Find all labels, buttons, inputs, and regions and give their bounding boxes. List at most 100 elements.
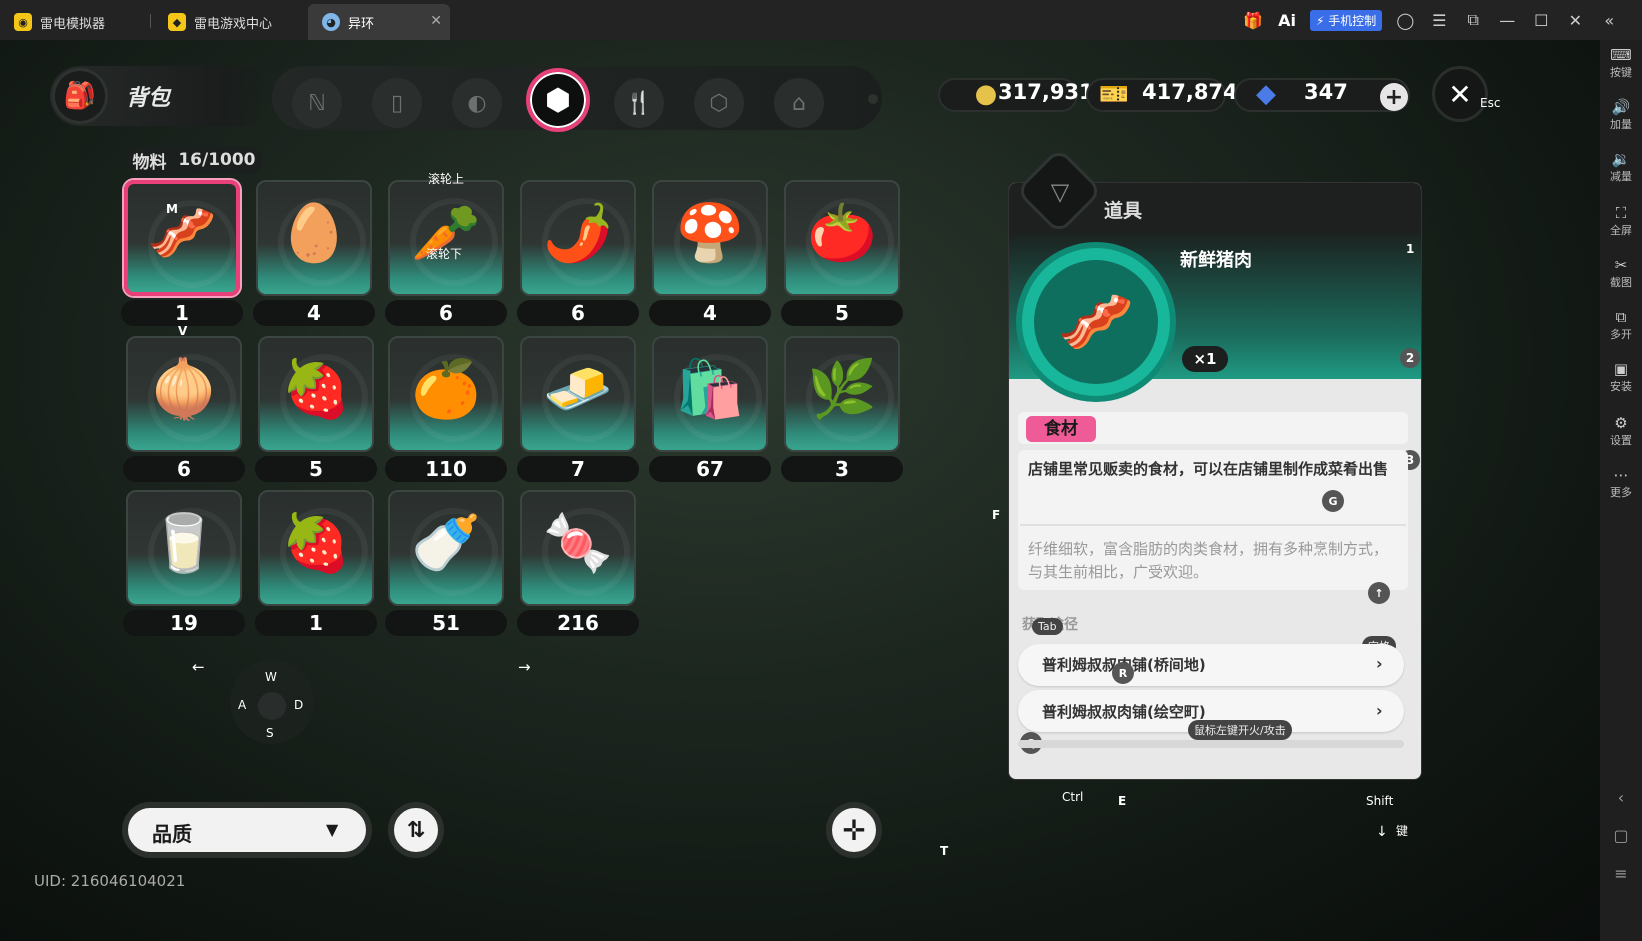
slot-count: 51 [385,610,507,636]
sidebar-item-label: 设置 [1610,434,1632,447]
inventory-slot-pork[interactable]: 🥓 1 [121,180,243,326]
key-hint-m: M [166,202,178,216]
tab-category-items[interactable]: ⬡ [694,78,744,128]
crosshair-icon: ✛ [842,813,866,847]
candy-jar-icon: 🍬 [543,511,613,576]
material-capacity: 物料 16/1000 [126,146,262,174]
tab-category-food[interactable]: 🍴 [614,78,664,128]
slot-count: 4 [253,300,375,326]
key-hint-down: ↓ [1376,824,1388,840]
close-tab-icon[interactable]: ✕ [430,13,442,29]
inventory-slot-candy[interactable]: 🍬 216 [517,490,639,636]
inventory-slot-orange[interactable]: 🍊 110 [385,336,507,482]
house-icon: ⌂ [792,90,806,116]
key-hint-shift: Shift [1366,794,1394,808]
chevron-right-icon: › [1376,654,1383,673]
account-icon[interactable]: ◯ [1388,0,1422,40]
key-hint-t: T [940,844,949,858]
sort-order-button[interactable]: ⇅ [388,802,444,858]
key-hint-jian: 键 [1396,824,1409,838]
minimize-icon[interactable]: — [1490,0,1524,40]
sidebar-item-fullscreen[interactable]: ⛶ 全屏 [1600,204,1642,238]
inventory-slot-milk-bottle[interactable]: 🍼 51 [385,490,507,636]
inventory-slot-jam[interactable]: 🍓 1 [255,490,377,636]
sidebar-item-volume-down[interactable]: 🔉 减量 [1600,150,1642,184]
tab-game-yihuan[interactable]: ◕ 异环 ✕ [308,4,450,40]
sidebar-item-settings[interactable]: ⚙ 设置 [1600,414,1642,448]
sidebar-item-multi[interactable]: ⧉ 多开 [1600,308,1642,342]
inventory-slot-mushroom[interactable]: 🍄 4 [649,180,771,326]
apk-install-icon: ▣ [1613,360,1629,378]
pork-large-icon: 🥓 [1034,260,1158,384]
back-icon[interactable]: ‹ [1600,788,1642,807]
inventory-slot-onion[interactable]: 🧅 6 [123,336,245,482]
game-avatar-icon: ◕ [322,13,340,31]
panel-scrollbar[interactable] [1018,740,1404,748]
sidebar-item-screenshot[interactable]: ✂ 截图 [1600,256,1642,290]
key-hint-left: ← [192,658,205,676]
move-button[interactable]: ✛ [826,802,882,858]
item-description: 店铺里常见贩卖的食材，可以在店铺里制作成菜肴出售 [1028,460,1389,478]
ai-icon[interactable]: Ai [1270,0,1304,40]
inventory-slot-butter[interactable]: 🧈 7 [517,336,639,482]
multi-instance-icon: ⧉ [1615,308,1627,326]
pork-icon: 🥓 [147,201,217,266]
key-hint-tab: Tab [1032,618,1063,635]
sidebar-item-keymap[interactable]: ⌨ 按键 [1600,46,1642,80]
sidebar-item-label: 加量 [1610,118,1632,131]
material-count: 16/1000 [178,150,256,170]
phone-control-button[interactable]: ⚡ 手机控制 [1310,9,1383,31]
key-hint-r: R [1112,662,1134,684]
sidebar-item-label: 安装 [1610,380,1632,393]
carrot-icon: 🥕 [411,201,481,266]
recents-icon[interactable]: ≡ [1600,864,1642,883]
key-hint-right: → [518,658,531,676]
collapse-sidebar-icon[interactable]: « [1592,0,1626,40]
tab-game-center[interactable]: ◆ 雷电游戏中心 [154,4,304,40]
inventory-slot-carrot[interactable]: 🥕 6 [385,180,507,326]
close-window-icon[interactable]: ✕ [1558,0,1592,40]
inventory-slot-chili[interactable]: 🌶️ 6 [517,180,639,326]
user-id: UID: 216046104021 [34,872,186,890]
mushroom-icon: 🍄 [675,201,745,266]
tomato-icon: 🍅 [807,201,877,266]
milk-bottle-icon: 🍼 [411,511,481,576]
inventory-slot-strawberry[interactable]: 🍓 5 [255,336,377,482]
key-hint-d: D [294,698,304,712]
crystal-icon: ◆ [1256,79,1276,109]
inventory-slot-eggs[interactable]: 🥚 4 [253,180,375,326]
eggs-icon: 🥚 [279,201,349,266]
tab-category-materials[interactable]: ⬢ [526,68,590,132]
tab-category-n[interactable]: ℕ [292,78,342,128]
more-icon: ⋯ [1613,466,1629,484]
menu-icon[interactable]: ☰ [1422,0,1456,40]
popout-icon[interactable]: ⧉ [1456,0,1490,40]
tab-category-home[interactable]: ⌂ [774,78,824,128]
home-icon[interactable]: ▢ [1600,826,1642,845]
maximize-icon[interactable]: ☐ [1524,0,1558,40]
gift-icon[interactable]: 🎁 [1236,0,1270,40]
joystick-center [258,692,286,720]
key-hint-f: F [992,508,1001,522]
inventory-slot-herb[interactable]: 🌿 3 [781,336,903,482]
n-logo-icon: ℕ [308,90,326,116]
tab-ldplayer[interactable]: ◉ 雷电模拟器 [0,4,150,40]
tab-category-device[interactable]: ▯ [372,78,422,128]
sidebar-item-volume-up[interactable]: 🔊 加量 [1600,98,1642,132]
key-hint-g: G [1322,490,1344,512]
inventory-slot-milk-carton[interactable]: 🥛 19 [123,490,245,636]
slot-count: 1 [121,300,243,326]
key-hint-wheel-down: 滚轮下 [426,247,463,261]
tab-category-records[interactable]: ◐ [452,78,502,128]
add-crystal-button[interactable]: + [1380,83,1408,111]
sidebar-item-install[interactable]: ▣ 安装 [1600,360,1642,394]
inventory-slot-tomato[interactable]: 🍅 5 [781,180,903,326]
sidebar-item-label: 全屏 [1610,224,1632,237]
inventory-slot-flour[interactable]: 🛍️ 67 [649,336,771,482]
slot-count: 5 [255,456,377,482]
tab-divider [150,14,151,28]
disc-icon: ◐ [467,90,487,116]
caret-down-icon: ▼ [326,820,339,839]
close-backpack-button[interactable]: ✕ [1432,66,1488,122]
sidebar-item-more[interactable]: ⋯ 更多 [1600,466,1642,500]
